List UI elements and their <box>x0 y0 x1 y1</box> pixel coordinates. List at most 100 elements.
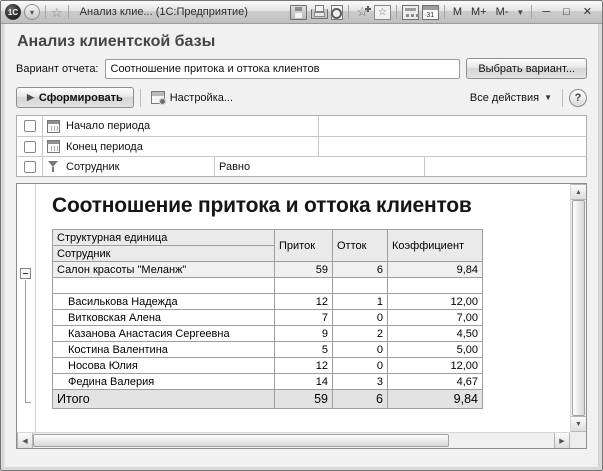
scroll-up-button[interactable]: ▲ <box>571 184 586 200</box>
group-name-cell[interactable]: Салон красоты "Меланж" <box>52 261 275 278</box>
collapse-group-button[interactable] <box>20 268 31 279</box>
scroll-down-button[interactable]: ▼ <box>571 416 586 432</box>
employee-name-cell[interactable]: Костина Валентина <box>52 341 275 358</box>
employee-name-cell[interactable]: Казанова Анастасия Сергеевна <box>52 325 275 342</box>
outflow-cell[interactable]: 6 <box>332 261 388 278</box>
group-row[interactable]: Салон красоты "Меланж" 59 6 9,84 <box>52 261 483 278</box>
window-menu-button[interactable]: ▾ <box>24 4 40 20</box>
inflow-cell[interactable]: 59 <box>274 261 333 278</box>
scroll-left-button[interactable]: ◀ <box>17 433 33 448</box>
ratio-cell[interactable]: 5,00 <box>387 341 483 358</box>
filter-label-cell[interactable]: Сотрудник <box>43 157 215 176</box>
column-header[interactable]: Приток <box>274 229 333 262</box>
scroll-right-button[interactable]: ▶ <box>554 433 570 448</box>
table-row[interactable]: Костина Валентина 5 0 5,00 <box>52 341 483 358</box>
empty-cell[interactable] <box>52 277 275 294</box>
subheader-cell[interactable]: Сотрудник <box>52 245 275 262</box>
filter-value-cell[interactable] <box>425 157 586 176</box>
horizontal-scroll-track[interactable] <box>449 433 554 448</box>
close-button[interactable]: ✕ <box>578 5 597 20</box>
table-row[interactable]: Носова Юлия 12 0 12,00 <box>52 357 483 374</box>
print-icon[interactable] <box>310 5 328 19</box>
inflow-cell[interactable]: 7 <box>274 309 333 326</box>
filter-checkbox-cell <box>17 157 43 176</box>
report-toolbar: ▶ Сформировать Настройка... Все действия… <box>16 87 587 108</box>
all-actions-button[interactable]: Все действия ▼ <box>466 90 556 106</box>
filter-label-cell[interactable]: Конец периода <box>43 137 319 156</box>
empty-cell[interactable] <box>274 277 333 294</box>
table-row[interactable]: Василькова Надежда 12 1 12,00 <box>52 293 483 310</box>
calculator-icon[interactable] <box>401 4 419 20</box>
ratio-cell[interactable]: 9,84 <box>387 261 483 278</box>
outflow-cell[interactable]: 2 <box>332 325 388 342</box>
outflow-cell[interactable]: 1 <box>332 293 388 310</box>
employee-name-cell[interactable]: Федина Валерия <box>52 373 275 390</box>
group-outline-line <box>25 280 26 402</box>
filter-row-period-end[interactable]: Конец периода <box>17 136 586 156</box>
generate-button[interactable]: ▶ Сформировать <box>16 87 134 108</box>
employee-name-cell[interactable]: Носова Юлия <box>52 357 275 374</box>
inflow-cell[interactable]: 59 <box>274 389 333 409</box>
filter-label-cell[interactable]: Начало периода <box>43 116 319 136</box>
ratio-cell[interactable]: 4,67 <box>387 373 483 390</box>
print-preview-icon[interactable] <box>330 4 343 20</box>
maximize-button[interactable]: □ <box>558 5 575 20</box>
horizontal-scroll-thumb[interactable] <box>33 434 449 447</box>
outflow-cell[interactable]: 0 <box>332 309 388 326</box>
empty-cell[interactable] <box>332 277 388 294</box>
vertical-scrollbar[interactable]: ▲ ▼ <box>570 184 586 432</box>
inflow-cell[interactable]: 9 <box>274 325 333 342</box>
minimize-button[interactable]: ─ <box>537 5 555 20</box>
window-titlebar[interactable]: 1С ▾ ☆ Анализ клие... (1С:Предприятие) ☆… <box>1 1 602 24</box>
filter-row-employee[interactable]: Сотрудник Равно <box>17 156 586 176</box>
period-start-checkbox[interactable] <box>23 120 36 132</box>
ratio-cell[interactable]: 9,84 <box>387 389 483 409</box>
calendar-icon[interactable]: 31 <box>421 4 439 20</box>
vertical-scroll-thumb[interactable] <box>572 200 585 416</box>
memory-minus-button[interactable]: M- <box>493 6 512 18</box>
employee-name-cell[interactable]: Витковская Алена <box>52 309 275 326</box>
choose-variant-button[interactable]: Выбрать вариант... <box>466 58 587 79</box>
outflow-cell[interactable]: 3 <box>332 373 388 390</box>
outflow-cell[interactable]: 6 <box>332 389 388 409</box>
app-window: 1С ▾ ☆ Анализ клие... (1С:Предприятие) ☆… <box>0 0 603 471</box>
period-end-checkbox[interactable] <box>23 140 36 153</box>
save-icon[interactable] <box>289 4 307 20</box>
employee-checkbox[interactable] <box>23 160 36 173</box>
help-button[interactable]: ? <box>569 88 587 107</box>
table-row[interactable]: Федина Валерия 14 3 4,67 <box>52 373 483 390</box>
inflow-cell[interactable]: 14 <box>274 373 333 390</box>
toolbar-overflow-icon[interactable]: ▼ <box>514 8 526 17</box>
filter-condition-cell[interactable]: Равно <box>215 157 425 176</box>
horizontal-scrollbar[interactable]: ◀ ▶ <box>17 432 570 448</box>
inflow-cell[interactable]: 12 <box>274 357 333 374</box>
table-row[interactable]: Витковская Алена 7 0 7,00 <box>52 309 483 326</box>
filter-value-cell[interactable] <box>319 116 586 136</box>
ratio-cell[interactable]: 12,00 <box>387 357 483 374</box>
memory-button[interactable]: M <box>450 6 465 18</box>
settings-button[interactable]: Настройка... <box>147 89 237 106</box>
empty-cell[interactable] <box>387 277 483 294</box>
add-favorite-icon[interactable]: ☆ <box>354 4 371 20</box>
table-row[interactable]: Казанова Анастасия Сергеевна 9 2 4,50 <box>52 325 483 342</box>
inflow-cell[interactable]: 12 <box>274 293 333 310</box>
favorites-list-icon[interactable]: ☆ <box>373 4 391 20</box>
filter-row-period-start[interactable]: Начало периода <box>17 116 586 136</box>
total-label-cell[interactable]: Итого <box>52 389 275 409</box>
filter-value-cell[interactable] <box>319 137 586 156</box>
column-header[interactable]: Коэффициент <box>387 229 483 262</box>
inflow-cell[interactable]: 5 <box>274 341 333 358</box>
outflow-cell[interactable]: 0 <box>332 341 388 358</box>
ratio-cell[interactable]: 7,00 <box>387 309 483 326</box>
memory-plus-button[interactable]: M+ <box>468 6 490 18</box>
column-header[interactable]: Отток <box>332 229 388 262</box>
column-header[interactable]: Структурная единица <box>52 229 275 246</box>
ratio-cell[interactable]: 12,00 <box>387 293 483 310</box>
table-header-row: Структурная единица Приток Отток Коэффиц… <box>52 229 483 262</box>
employee-name-cell[interactable]: Василькова Надежда <box>52 293 275 310</box>
total-row[interactable]: Итого 59 6 9,84 <box>52 389 483 409</box>
favorites-star-icon[interactable]: ☆ <box>51 6 63 19</box>
variant-input[interactable] <box>104 58 461 79</box>
outflow-cell[interactable]: 0 <box>332 357 388 374</box>
ratio-cell[interactable]: 4,50 <box>387 325 483 342</box>
